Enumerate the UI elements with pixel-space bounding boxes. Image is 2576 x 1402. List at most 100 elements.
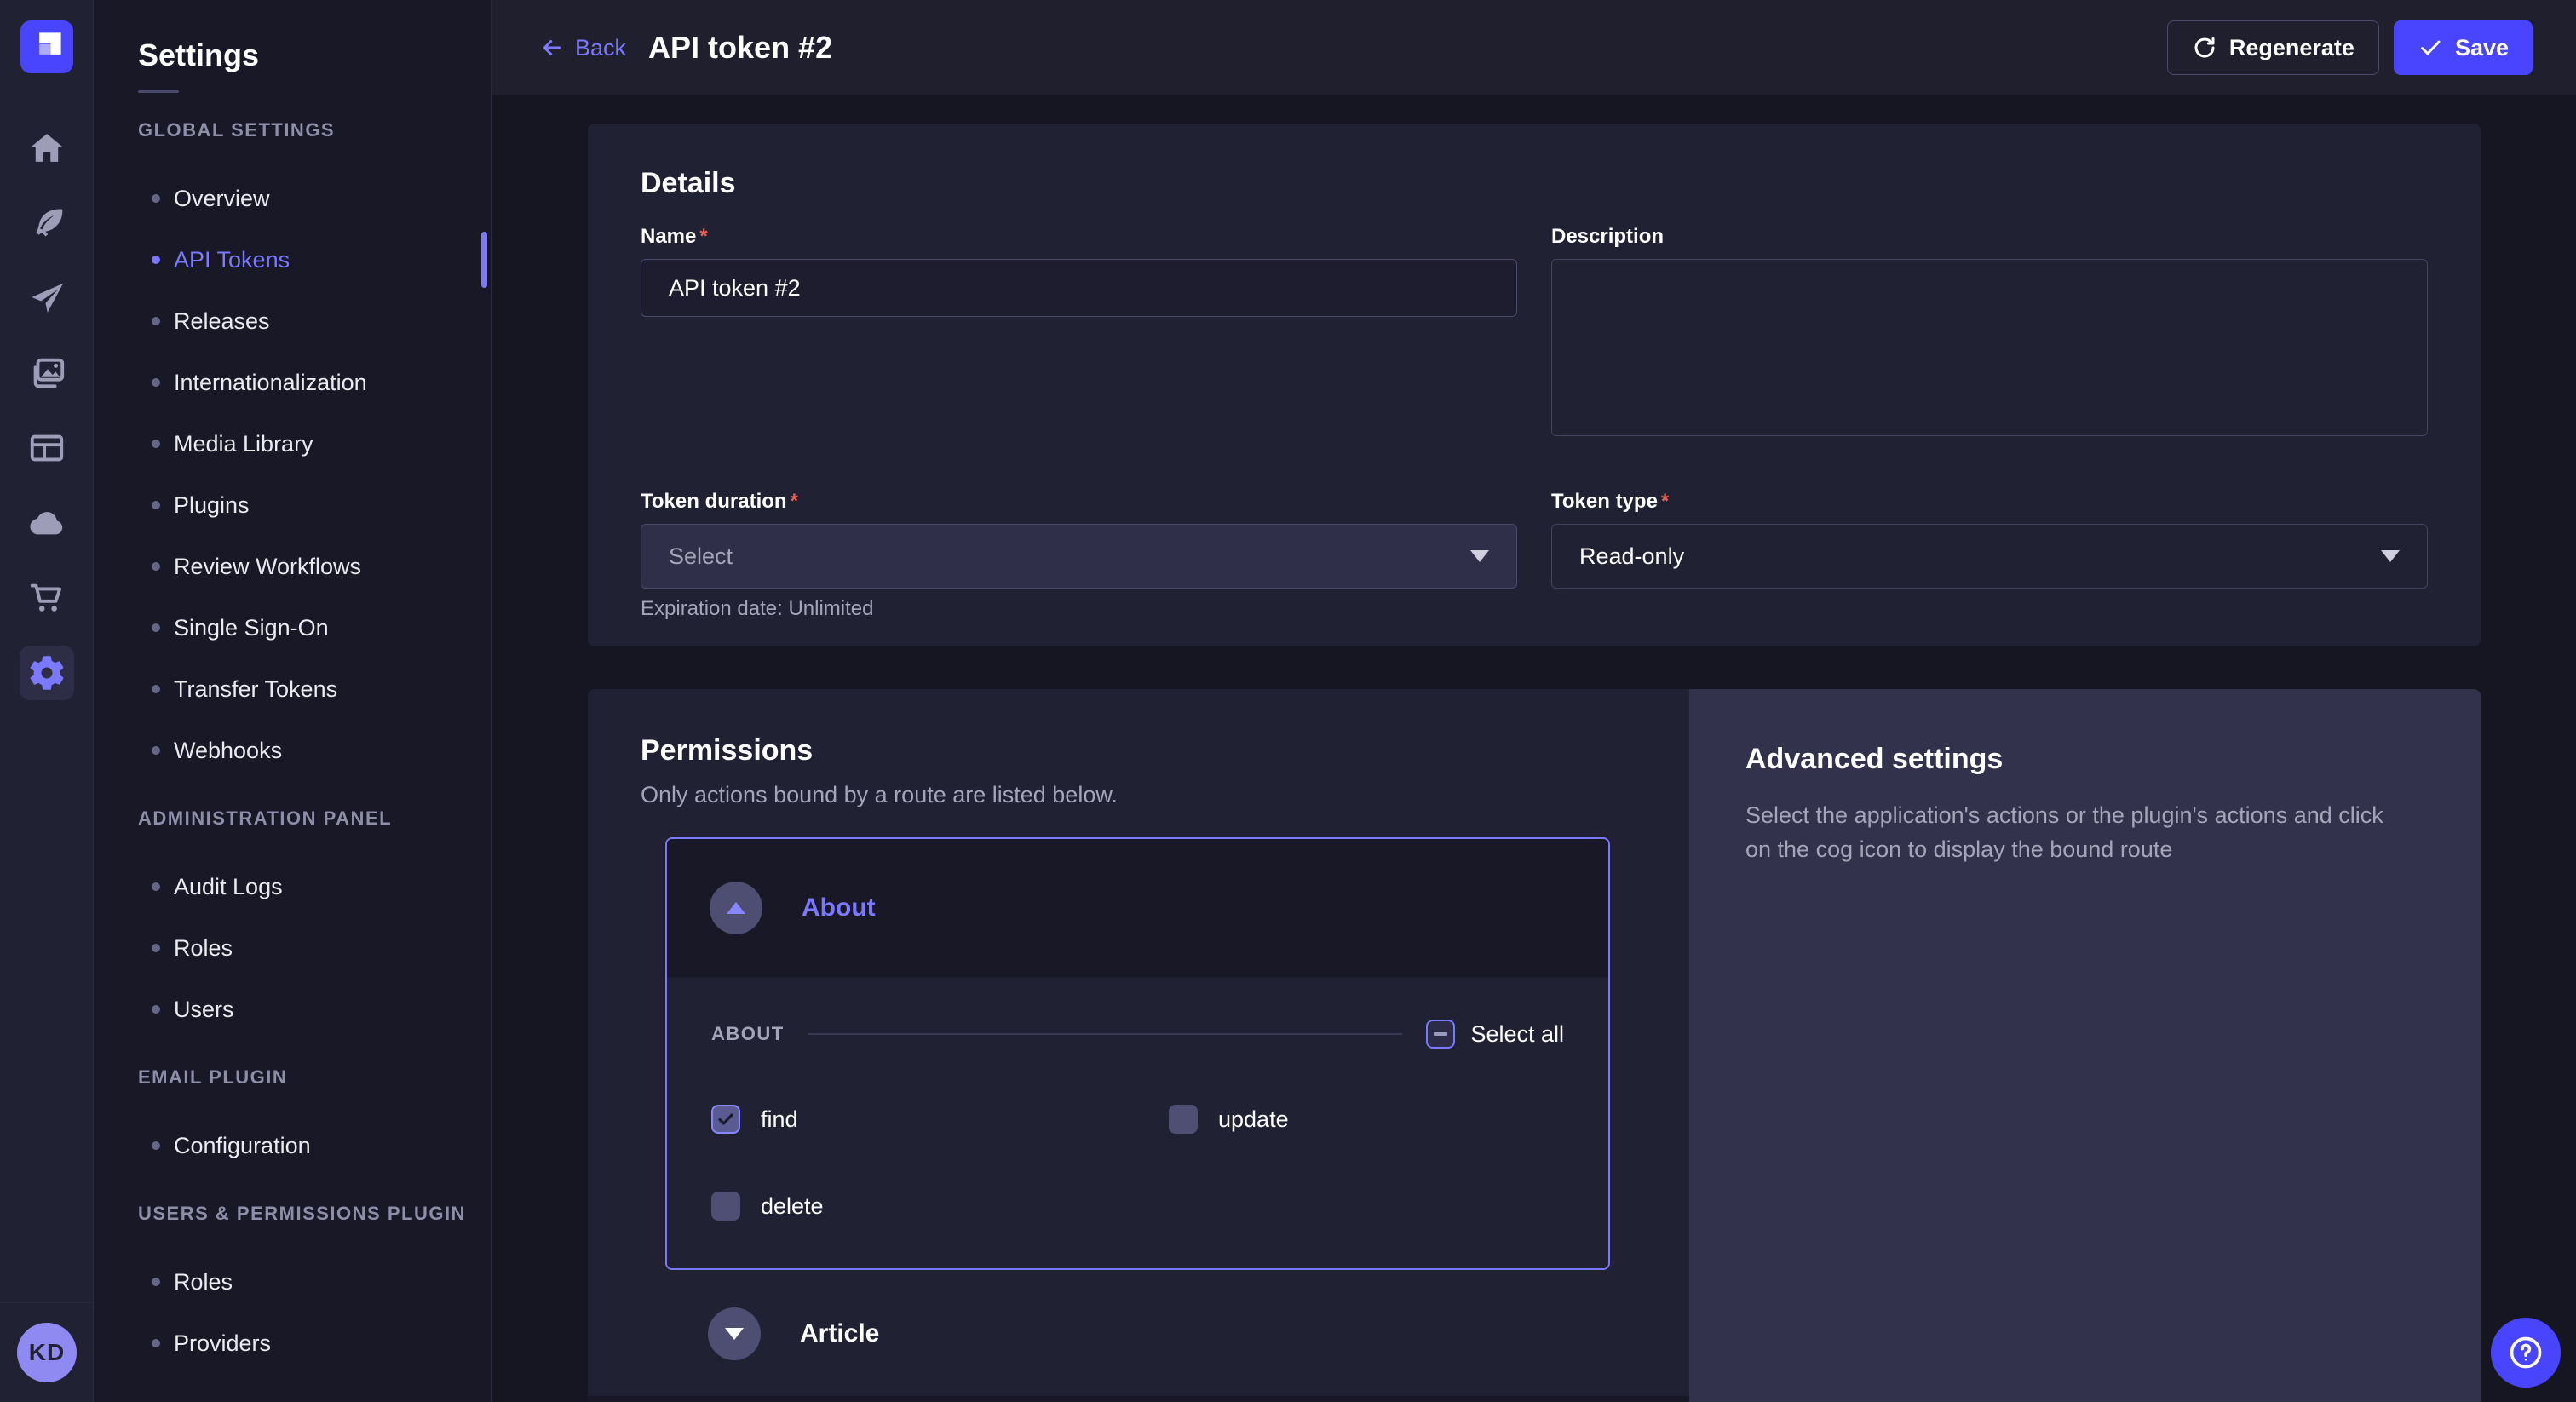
sidebar-item-transfer-tokens[interactable]: Transfer Tokens [94, 658, 491, 720]
sidebar-item-review-workflows[interactable]: Review Workflows [94, 536, 491, 597]
about-accordion: About ABOUT Select all fi [665, 837, 1610, 1270]
delete-checkbox[interactable] [711, 1192, 740, 1221]
permissions-panel: Permissions Only actions bound by a rout… [588, 689, 1689, 1402]
about-section-label: ABOUT [711, 1023, 785, 1045]
next-accordion-edge [588, 1396, 1689, 1402]
sidebar-item-plugins[interactable]: Plugins [94, 474, 491, 536]
sidebar-item-media-library[interactable]: Media Library [94, 413, 491, 474]
sidebar-item-releases[interactable]: Releases [94, 290, 491, 352]
nav-deploy[interactable] [20, 496, 74, 550]
permissions-subtitle: Only actions bound by a route are listed… [641, 781, 1636, 808]
permission-action-delete: delete [711, 1192, 1169, 1221]
nav-settings[interactable] [20, 646, 74, 700]
sidebar-item-single-sign-on[interactable]: Single Sign-On [94, 597, 491, 658]
description-label: Description [1551, 225, 2428, 249]
sidebar-item-providers[interactable]: Providers [94, 1313, 491, 1374]
name-label: Name* [641, 225, 1517, 249]
nav-content-manager[interactable] [20, 196, 74, 250]
paper-plane-icon [27, 279, 66, 318]
update-checkbox[interactable] [1169, 1105, 1198, 1134]
advanced-settings-description: Select the application's actions or the … [1745, 798, 2393, 866]
token-type-label: Token type* [1551, 490, 2428, 514]
required-mark: * [1661, 490, 1669, 514]
bullet-icon [152, 317, 160, 325]
advanced-settings-title: Advanced settings [1745, 742, 2424, 776]
bullet-icon [152, 944, 160, 952]
article-accordion-header[interactable]: Article [641, 1270, 1636, 1398]
gear-icon [27, 653, 66, 692]
details-card: Details Name* Description Token duration… [588, 124, 2481, 646]
strapi-logo[interactable] [20, 20, 73, 73]
cloud-icon [27, 503, 66, 543]
advanced-settings-panel: Advanced settings Select the application… [1689, 689, 2481, 1402]
sidebar-item-up-roles[interactable]: Roles [94, 1251, 491, 1313]
question-mark-icon [2507, 1334, 2544, 1371]
sidebar-item-internationalization[interactable]: Internationalization [94, 352, 491, 413]
bullet-icon [152, 1141, 160, 1150]
bullet-icon [152, 623, 160, 632]
sidebar-item-configuration[interactable]: Configuration [94, 1115, 491, 1176]
name-input[interactable] [641, 259, 1517, 317]
token-type-field-group: Token type* Read-only [1551, 490, 2428, 621]
save-button[interactable]: Save [2394, 20, 2533, 75]
required-mark: * [791, 490, 798, 514]
collapse-toggle-button[interactable] [710, 882, 762, 934]
expand-toggle-button[interactable] [708, 1307, 761, 1360]
refresh-icon [2192, 35, 2217, 60]
feather-icon [27, 204, 66, 243]
help-button[interactable] [2491, 1318, 2561, 1388]
regenerate-button[interactable]: Regenerate [2167, 20, 2379, 75]
bullet-icon [152, 378, 160, 387]
nav-home[interactable] [20, 121, 74, 175]
sidebar-item-users[interactable]: Users [94, 979, 491, 1040]
nav-list-admin: Audit Logs Roles Users [94, 856, 491, 1040]
header-actions: Regenerate Save [2167, 20, 2533, 75]
chevron-up-icon [727, 902, 745, 914]
nav-section-users-permissions-plugin: USERS & PERMISSIONS PLUGIN [138, 1176, 491, 1251]
nav-section-global-settings: GLOBAL SETTINGS [138, 93, 491, 168]
find-checkbox[interactable] [711, 1105, 740, 1134]
nav-layout[interactable] [20, 421, 74, 475]
bullet-icon [152, 746, 160, 755]
section-divider [808, 1033, 1403, 1035]
avatar[interactable]: KD [17, 1323, 77, 1382]
sidebar-item-api-tokens[interactable]: API Tokens [94, 229, 491, 290]
name-field-group: Name* [641, 225, 1517, 440]
chevron-down-icon [2381, 550, 2400, 562]
permission-action-update: update [1169, 1105, 1564, 1134]
bullet-icon [152, 1005, 160, 1014]
nav-marketplace[interactable] [20, 571, 74, 625]
check-icon [2418, 35, 2443, 60]
sidebar-item-audit-logs[interactable]: Audit Logs [94, 856, 491, 917]
main-nav-rail: KD [0, 0, 94, 1402]
description-field-group: Description [1551, 225, 2428, 440]
chevron-down-icon [725, 1328, 744, 1340]
token-duration-select[interactable]: Select [641, 524, 1517, 589]
nav-list-global: Overview API Tokens Releases Internation… [94, 168, 491, 781]
permissions-card: Permissions Only actions bound by a rout… [588, 689, 2481, 1402]
subnav-title: Settings [138, 37, 491, 75]
nav-section-email-plugin: EMAIL PLUGIN [138, 1040, 491, 1115]
permission-action-find: find [711, 1105, 1169, 1134]
description-textarea[interactable] [1551, 259, 2428, 436]
page-header: Back API token #2 Regenerate Save [492, 0, 2576, 95]
nav-section-administration-panel: ADMINISTRATION PANEL [138, 781, 491, 856]
nav-media-library[interactable] [20, 346, 74, 400]
token-duration-label: Token duration* [641, 490, 1517, 514]
home-icon [27, 129, 66, 168]
media-icon [27, 353, 66, 393]
sidebar-item-webhooks[interactable]: Webhooks [94, 720, 491, 781]
bullet-icon [152, 882, 160, 891]
details-title: Details [641, 166, 2428, 200]
bullet-icon [152, 685, 160, 693]
about-accordion-header[interactable]: About [667, 839, 1608, 977]
select-all-checkbox[interactable] [1426, 1020, 1455, 1049]
indeterminate-dash-icon [1434, 1032, 1447, 1036]
token-type-select[interactable]: Read-only [1551, 524, 2428, 589]
page-title: API token #2 [648, 30, 832, 66]
arrow-left-icon [539, 35, 565, 60]
back-button[interactable]: Back [539, 35, 626, 61]
sidebar-item-overview[interactable]: Overview [94, 168, 491, 229]
nav-content-type-builder[interactable] [20, 271, 74, 325]
sidebar-item-admin-roles[interactable]: Roles [94, 917, 491, 979]
